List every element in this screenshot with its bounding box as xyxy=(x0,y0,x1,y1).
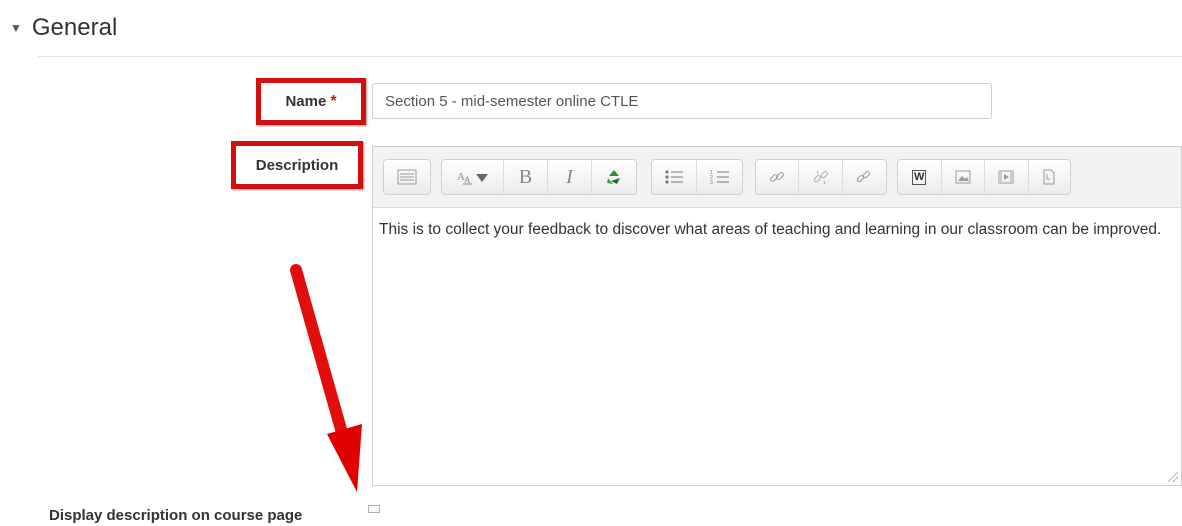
toolbar-group-3: 123 xyxy=(651,159,743,195)
description-label-highlight: Description xyxy=(231,141,363,189)
bold-icon[interactable]: B xyxy=(504,160,548,194)
unlink-icon[interactable] xyxy=(799,160,843,194)
section-divider xyxy=(38,56,1182,57)
toolbar-group-1 xyxy=(383,159,431,195)
required-marker: * xyxy=(330,92,337,110)
ordered-list-icon[interactable]: 123 xyxy=(697,160,742,194)
image-icon[interactable] xyxy=(942,160,985,194)
emoticon-link-icon[interactable] xyxy=(843,160,886,194)
name-label-highlight: Name * xyxy=(256,78,366,125)
collapse-caret-icon[interactable]: ▼ xyxy=(10,21,22,35)
name-label: Name xyxy=(285,93,327,110)
manage-files-icon[interactable] xyxy=(1029,160,1071,194)
toolbar-group-4 xyxy=(755,159,887,195)
word-glyph: W xyxy=(912,169,927,185)
toolbar-group-5: W xyxy=(897,159,1071,195)
display-description-label: Display description on course page xyxy=(49,507,303,524)
section-title: General xyxy=(31,14,118,41)
name-input[interactable] xyxy=(372,83,992,119)
word-paste-icon[interactable]: W xyxy=(898,160,942,194)
description-editor[interactable]: AA B I 123 W This is to collect your fee… xyxy=(372,146,1182,486)
toolbar-toggle-icon[interactable] xyxy=(384,160,430,194)
link-icon[interactable] xyxy=(756,160,800,194)
toolbar-group-2: AA B I xyxy=(441,159,637,195)
editor-toolbar: AA B I 123 W xyxy=(373,147,1181,208)
italic-icon[interactable]: I xyxy=(548,160,592,194)
media-icon[interactable] xyxy=(985,160,1029,194)
section-header[interactable]: ▼ General xyxy=(10,14,117,42)
recycle-icon[interactable] xyxy=(592,160,636,194)
svg-text:3: 3 xyxy=(710,180,713,185)
description-label: Description xyxy=(255,156,339,174)
description-text[interactable]: This is to collect your feedback to disc… xyxy=(379,217,1173,242)
resize-handle-icon[interactable] xyxy=(1168,472,1178,482)
display-description-checkbox[interactable] xyxy=(368,505,380,513)
unordered-list-icon[interactable] xyxy=(652,160,697,194)
font-size-icon[interactable]: AA xyxy=(442,160,504,194)
